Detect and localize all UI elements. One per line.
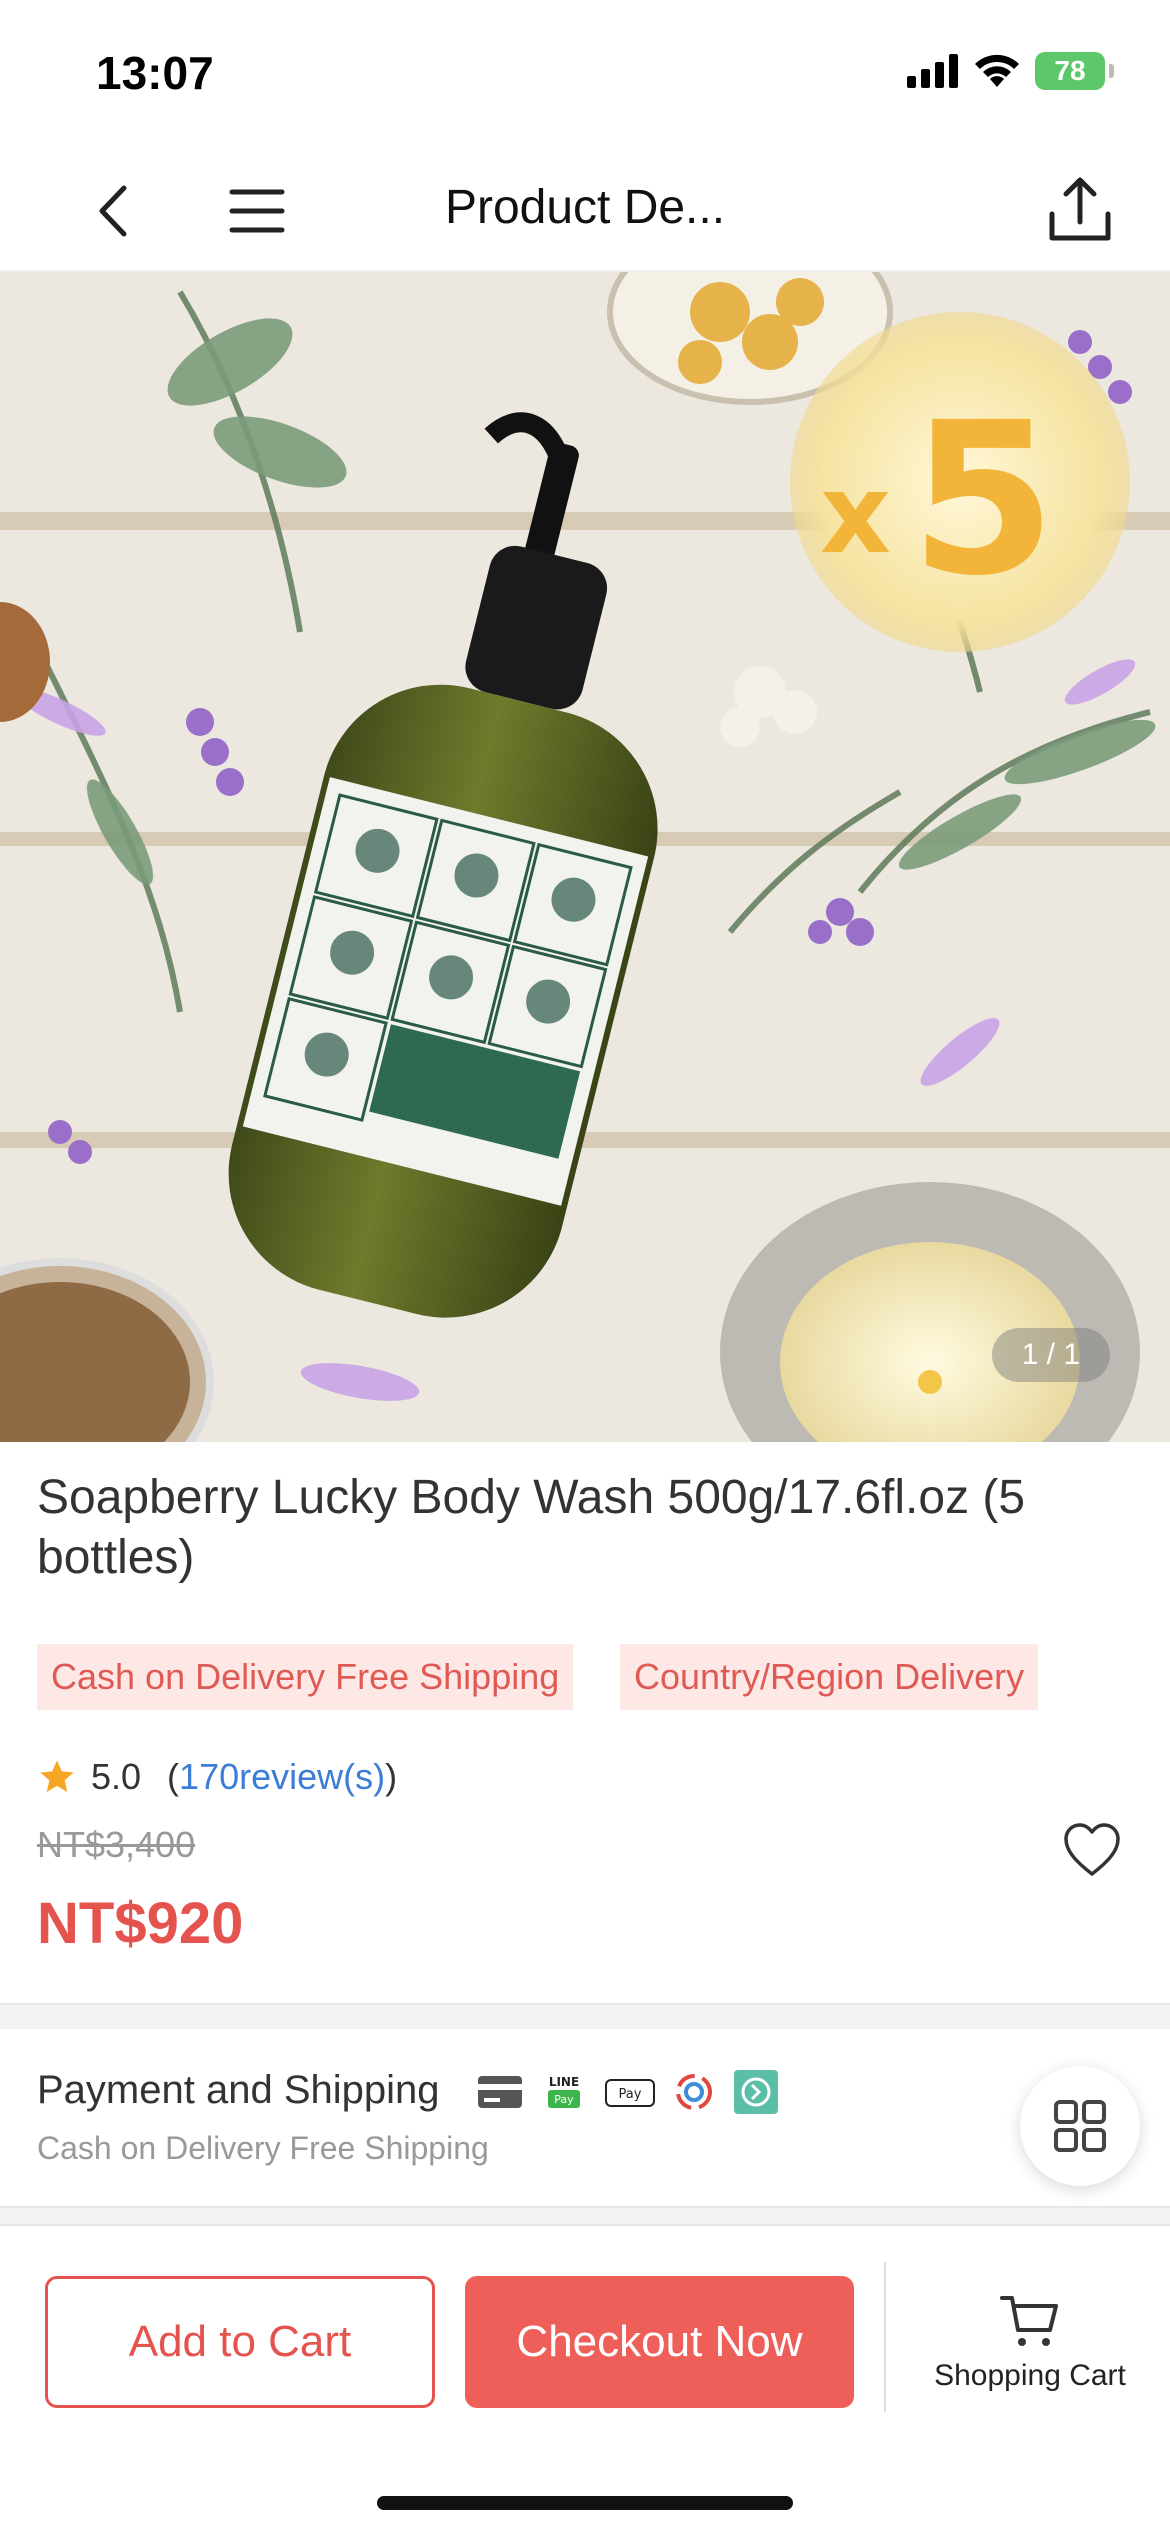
tag-country-delivery: Country/Region Delivery [620,1644,1039,1710]
sale-price: NT$920 [37,1891,244,1956]
page-title: Product De... [444,181,726,234]
star-icon [40,1760,74,1792]
share-icon[interactable] [1040,170,1120,250]
nav-bar: Product De... [0,140,1170,272]
status-bar: 13:07 78 [0,0,1170,140]
pay-arrow-icon [734,2070,778,2114]
status-time: 13:07 [96,47,214,99]
grid-menu-button[interactable] [1020,2066,1140,2186]
product-image[interactable]: x 5 1 / 1 [0,272,1170,1442]
tag-cod-free-shipping: Cash on Delivery Free Shipping [37,1644,574,1710]
line-pay-icon: LINE Pay [548,2075,580,2108]
svg-text:LINE: LINE [549,2075,579,2089]
svg-text:x: x [820,450,891,578]
cellular-signal-icon [907,54,958,88]
credit-card-icon [478,2076,522,2108]
shopping-cart-button[interactable]: Shopping Cart [900,2292,1160,2393]
payment-shipping-subtitle: Cash on Delivery Free Shipping [37,2130,489,2166]
home-indicator [377,2496,793,2510]
reviews-link[interactable]: 170review(s) [179,1756,385,1798]
section-divider [0,2003,1170,2029]
add-to-cart-button[interactable]: Add to Cart [45,2276,435,2408]
wifi-icon [975,54,1019,87]
payment-icons: LINE Pay Pay [476,2068,780,2116]
svg-text:Pay: Pay [554,2093,574,2106]
status-icons: 78 [907,52,1114,90]
original-price: NT$3,400 [37,1824,196,1865]
battery-level: 78 [1054,55,1086,86]
checkout-now-button[interactable]: Checkout Now [465,2276,854,2408]
vertical-divider [884,2262,886,2412]
shopping-cart-label: Shopping Cart [934,2359,1126,2392]
image-counter: 1 / 1 [991,1328,1110,1382]
bottom-action-bar: Add to Cart Checkout Now Shopping Cart [0,2224,1170,2532]
rating-row: 5.0 ( 170review(s) ) [37,1756,397,1798]
cart-icon [1000,2296,1058,2346]
product-photo: x 5 [0,272,1170,1442]
jkopay-icon [676,2074,712,2110]
svg-text:Pay: Pay [619,2087,642,2102]
battery-tip [1109,64,1114,78]
battery-icon: 78 [1035,52,1105,90]
apple-pay-icon: Pay [605,2079,655,2107]
grid-icon [1054,2100,1106,2152]
payment-shipping-title: Payment and Shipping [37,2068,440,2112]
reviews-close: ) [385,1756,398,1797]
heart-icon[interactable] [1062,1822,1122,1878]
product-title: Soapberry Lucky Body Wash 500g/17.6fl.oz… [37,1471,1026,1584]
rating-value: 5.0 [91,1756,142,1797]
section-divider [0,2206,1170,2224]
reviews-open: ( [167,1756,180,1797]
svg-text:5: 5 [910,377,1056,622]
